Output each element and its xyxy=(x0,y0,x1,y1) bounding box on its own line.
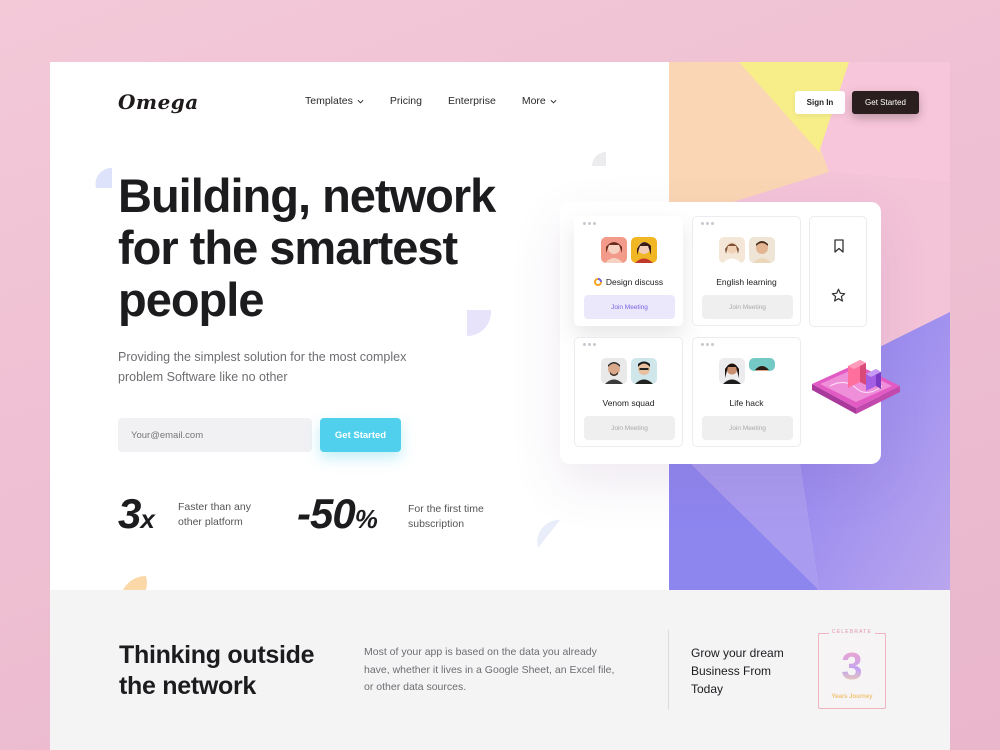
grow-text-line: Grow your dream xyxy=(691,646,784,660)
isometric-chart-illustration xyxy=(812,360,900,414)
avatar-group xyxy=(575,237,682,263)
more-dots-icon xyxy=(583,343,596,346)
page-frame: Omega Templates Pricing Enterprise More … xyxy=(50,62,950,750)
hero-get-started-button[interactable]: Get Started xyxy=(320,418,401,452)
avatar xyxy=(600,237,627,263)
badge-label-text: CELEBRATE xyxy=(828,629,876,635)
stat-description-line: For the first time xyxy=(408,503,484,515)
logo[interactable]: Omega xyxy=(118,90,199,114)
stat-number: 3 xyxy=(118,490,141,537)
section-description-line: have, whether it lives in a Google Sheet… xyxy=(364,663,615,676)
avatar xyxy=(600,358,627,384)
badge-label: CELEBRATE xyxy=(819,629,885,635)
nav-more-label: More xyxy=(521,95,546,107)
avatar xyxy=(630,237,657,263)
chevron-down-icon xyxy=(550,99,557,104)
hero-subtitle: Providing the simplest solution for the … xyxy=(118,347,448,387)
meeting-title: Venom squad xyxy=(575,398,682,408)
meetings-panel: Design discuss Join Meeting English lear… xyxy=(560,202,900,464)
avatar xyxy=(630,358,657,384)
star-icon[interactable] xyxy=(831,288,846,303)
meeting-title: Life hack xyxy=(693,398,800,408)
hero-title-line: people xyxy=(118,273,264,326)
avatar xyxy=(748,358,775,371)
stat-number: -50 xyxy=(297,490,356,537)
avatar-group xyxy=(693,237,800,263)
divider xyxy=(668,630,669,710)
avatar xyxy=(748,237,775,263)
badge-subtitle: Years Journey xyxy=(831,694,873,700)
avatar-group xyxy=(575,358,682,384)
stat-description-line: subscription xyxy=(408,518,465,530)
avatar-group xyxy=(693,358,800,384)
grow-text-line: Today xyxy=(691,682,724,696)
features-section: Thinking outside the network Most of you… xyxy=(50,590,950,750)
meeting-title-text: English learning xyxy=(716,277,777,287)
section-title-line: Thinking outside xyxy=(119,641,315,669)
stat-value: -50% xyxy=(297,490,378,538)
decorative-shape xyxy=(537,519,560,548)
nav-more[interactable]: More xyxy=(522,95,557,107)
meeting-card[interactable]: English learning Join Meeting xyxy=(692,216,801,326)
meeting-title: English learning xyxy=(693,277,800,287)
meeting-title-text: Life hack xyxy=(729,398,764,408)
hero-title-line: Building, network xyxy=(118,169,496,222)
nav-pricing[interactable]: Pricing xyxy=(390,95,422,107)
stat-description: For the first time subscription xyxy=(408,502,484,532)
bookmark-icon[interactable] xyxy=(833,239,845,253)
decorative-shape xyxy=(592,152,606,166)
stat-suffix: x xyxy=(140,504,155,534)
quick-actions-card xyxy=(809,216,867,327)
nav-enterprise-label: Enterprise xyxy=(447,95,496,107)
more-dots-icon xyxy=(701,222,714,225)
nav-pricing-label: Pricing xyxy=(389,95,422,107)
main-nav: Templates Pricing Enterprise More xyxy=(305,95,557,107)
stat-value: 3x xyxy=(118,490,155,538)
email-placeholder: Your@email.com xyxy=(131,429,204,441)
nav-templates[interactable]: Templates xyxy=(305,95,364,107)
section-description-line: or other data sources. xyxy=(364,681,467,693)
celebrate-badge: CELEBRATE 3 Years Journey xyxy=(818,629,886,709)
hero-subtitle-line: problem Software like no other xyxy=(118,370,288,384)
meeting-card[interactable]: Venom squad Join Meeting xyxy=(574,337,683,447)
decorative-shape xyxy=(95,167,112,188)
email-field[interactable]: Your@email.com xyxy=(118,418,312,452)
hero-title: Building, network for the smartest peopl… xyxy=(118,170,538,326)
chevron-down-icon xyxy=(357,99,364,104)
meeting-title: Design discuss xyxy=(575,277,682,287)
grow-text: Grow your dream Business From Today xyxy=(691,644,806,698)
more-dots-icon xyxy=(701,343,714,346)
stat-description-line: other platform xyxy=(178,516,243,528)
join-meeting-button[interactable]: Join Meeting xyxy=(702,295,793,319)
more-dots-icon xyxy=(583,222,596,225)
nav-enterprise[interactable]: Enterprise xyxy=(448,95,496,107)
section-title-line: the network xyxy=(119,672,256,700)
meeting-title-text: Design discuss xyxy=(605,277,664,287)
meeting-title-text: Venom squad xyxy=(602,398,655,408)
hero-subtitle-line: Providing the simplest solution for the … xyxy=(118,350,407,364)
join-meeting-button[interactable]: Join Meeting xyxy=(702,416,793,440)
avatar xyxy=(718,237,745,263)
stat-description: Faster than any other platform xyxy=(178,500,251,530)
nav-get-started-button[interactable]: Get Started xyxy=(852,91,919,114)
meeting-card[interactable]: Life hack Join Meeting xyxy=(692,337,801,447)
meeting-card[interactable]: Design discuss Join Meeting xyxy=(574,216,683,326)
join-meeting-button[interactable]: Join Meeting xyxy=(584,295,675,319)
hero-title-line: for the smartest xyxy=(118,221,458,274)
section-title: Thinking outside the network xyxy=(119,640,349,702)
sign-in-button[interactable]: Sign In xyxy=(795,91,845,114)
avatar xyxy=(718,358,745,384)
section-description: Most of your app is based on the data yo… xyxy=(364,644,634,697)
join-meeting-button[interactable]: Join Meeting xyxy=(584,416,675,440)
badge-number: 3 xyxy=(819,646,885,689)
stat-suffix: % xyxy=(354,504,378,534)
grow-text-line: Business From xyxy=(691,664,772,678)
status-ring-icon xyxy=(593,278,602,286)
nav-templates-label: Templates xyxy=(305,95,353,107)
section-description-line: Most of your app is based on the data yo… xyxy=(364,646,597,658)
stat-description-line: Faster than any xyxy=(178,501,251,513)
